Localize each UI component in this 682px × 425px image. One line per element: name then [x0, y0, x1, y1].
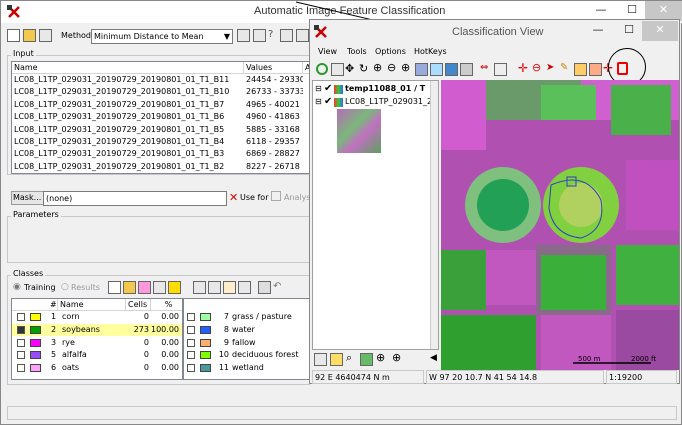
map-view[interactable]: 500 m 2000 ft: [441, 80, 679, 370]
cview-title: Classification View: [452, 26, 544, 38]
rotate-icon[interactable]: ↻: [359, 62, 368, 75]
find-icon[interactable]: ⌕: [346, 351, 352, 365]
menu-item-hotkeys[interactable]: HotKeys: [414, 47, 447, 56]
expand-icon[interactable]: ⊟: [315, 97, 322, 106]
visible-check-icon[interactable]: ✔: [324, 96, 332, 107]
layer-name: temp11088_01 / T: [345, 84, 426, 93]
layer-scrollbar[interactable]: [430, 81, 438, 349]
zoom-out-icon[interactable]: ⊖: [387, 61, 396, 74]
scale-right-label: 2000 ft: [631, 355, 657, 363]
zoom-full-icon[interactable]: ⊕: [401, 61, 410, 74]
refresh-icon[interactable]: [316, 63, 328, 75]
layer-item[interactable]: ⊟ ✔ temp11088_01 / T: [313, 83, 433, 96]
globe-icon[interactable]: [430, 63, 443, 76]
legend-icon[interactable]: ⇔: [480, 62, 488, 73]
classification-view-window: Classification View — ☐ ✕ View Tools Optio…: [309, 19, 680, 384]
chart-icon[interactable]: [360, 353, 373, 366]
menu-item-options[interactable]: Options: [375, 47, 406, 56]
layer-type-icon: [334, 98, 343, 107]
layer-icon[interactable]: [445, 63, 458, 76]
cview-titlebar: Classification View — ☐ ✕: [310, 20, 679, 43]
zoom-region-icon[interactable]: ⊕: [376, 351, 385, 364]
cview-app-icon: [314, 25, 328, 39]
zoom-reset-icon[interactable]: ⊕: [392, 351, 401, 364]
layer-tree-panel: ⊟ ✔ temp11088_01 / T ⊟ ✔ LC08_L1TP_029031_2: [312, 80, 439, 350]
fit-icon[interactable]: [331, 63, 344, 76]
list-icon[interactable]: [314, 353, 327, 366]
collapse-arrow-icon[interactable]: ◀: [430, 353, 437, 363]
menu-item-view[interactable]: View: [318, 47, 337, 56]
crosshair-icon[interactable]: ✛: [518, 61, 528, 75]
camera-icon[interactable]: [460, 63, 473, 76]
table-view-icon[interactable]: [494, 63, 507, 76]
zoom-layer-icon[interactable]: [415, 63, 428, 76]
layer-type-icon: [334, 85, 343, 94]
status-latlon: W 97 20 10.7 N 41 54 14.8: [426, 370, 604, 384]
pan-icon[interactable]: ✥: [345, 62, 354, 75]
visible-check-icon[interactable]: ✔: [324, 83, 332, 94]
status-coord: 92 E 4640474 N m: [312, 370, 424, 384]
polygon-icon[interactable]: [589, 63, 602, 76]
menu-item-tools[interactable]: Tools: [347, 47, 367, 56]
draw-pencil-icon[interactable]: ✎: [560, 62, 568, 73]
status-scale: 1:19200: [606, 370, 677, 384]
scale-left-label: 500 m: [578, 355, 601, 363]
select-arrow-icon[interactable]: ➤: [546, 62, 554, 73]
edit-region-icon[interactable]: [574, 63, 587, 76]
layer-name: LC08_L1TP_029031_2: [345, 97, 433, 106]
expand-icon[interactable]: ⊟: [315, 84, 322, 93]
cview-bottom-toolbar: ⌕ ⊕ ⊕ ◀: [312, 351, 440, 367]
layer-item[interactable]: ⊟ ✔ LC08_L1TP_029031_2: [313, 96, 433, 109]
cview-close-button[interactable]: ✕: [642, 21, 678, 41]
layer-manage-icon[interactable]: [330, 353, 343, 366]
zoom-in-icon[interactable]: ⊕: [373, 61, 382, 74]
zoom-red-icon[interactable]: ⊖: [532, 61, 541, 74]
layer-thumbnail[interactable]: [337, 109, 381, 153]
map-image[interactable]: [441, 80, 679, 370]
